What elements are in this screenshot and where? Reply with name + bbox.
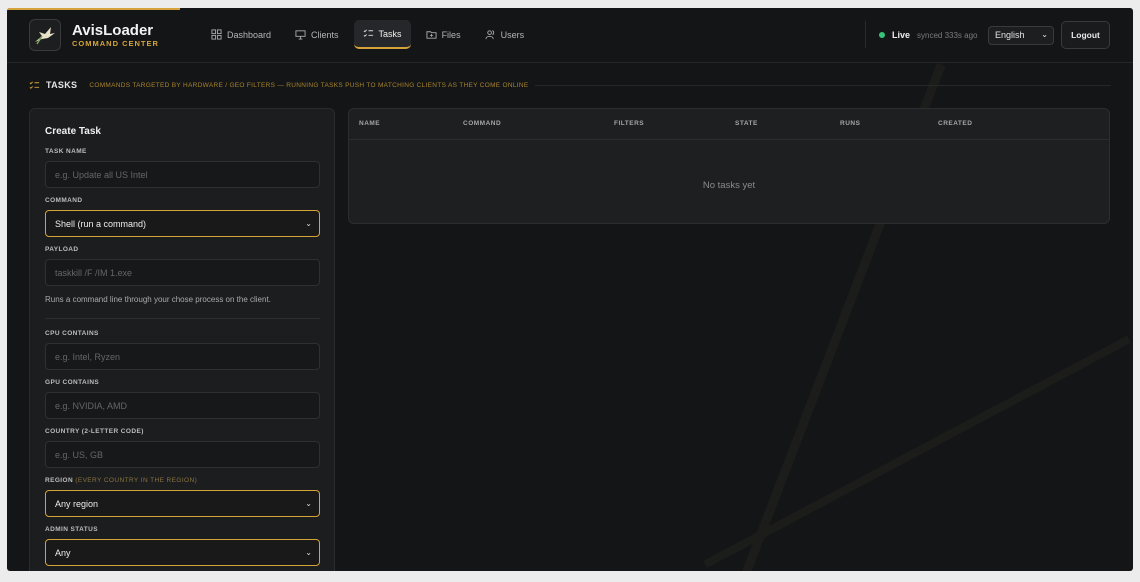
monitor-icon — [295, 30, 306, 40]
nav-label: Users — [500, 29, 525, 40]
table-header: NAME COMMAND FILTERS STATE RUNS CREATED — [349, 109, 1109, 140]
grid-icon — [211, 29, 222, 40]
command-help-text: Runs a command line through your chose p… — [45, 295, 271, 304]
sync-status: synced 333s ago — [917, 31, 978, 40]
nav-tasks[interactable]: Tasks — [353, 20, 411, 49]
region-label: REGION (EVERY COUNTRY IN THE REGION) — [45, 477, 197, 484]
task-name-label: TASK NAME — [45, 148, 87, 155]
nav-clients[interactable]: Clients — [286, 20, 348, 49]
live-status-dot — [879, 32, 885, 38]
command-value: Shell (run a command) — [55, 219, 147, 229]
nav-files[interactable]: Files — [417, 20, 470, 49]
tasks-icon — [363, 29, 373, 37]
column-header-state[interactable]: STATE — [735, 120, 758, 127]
nav-users[interactable]: Users — [476, 20, 534, 49]
cpu-input[interactable]: e.g. Intel, Ryzen — [45, 343, 320, 370]
brand-name: AvisLoader — [72, 22, 154, 39]
users-icon — [485, 30, 494, 40]
region-label-text: REGION — [45, 477, 74, 484]
tasks-table: NAME COMMAND FILTERS STATE RUNS CREATED … — [348, 108, 1110, 224]
admin-status-value: Any — [55, 548, 71, 558]
admin-status-label: ADMIN STATUS — [45, 526, 98, 533]
country-input[interactable]: e.g. US, GB — [45, 441, 320, 468]
background-streak — [703, 335, 1131, 568]
empty-state-text: No tasks yet — [702, 180, 756, 191]
admin-status-select[interactable]: Any ⌄ — [45, 539, 320, 566]
live-label: Live — [892, 30, 911, 40]
country-label: COUNTRY (2-LETTER CODE) — [45, 428, 144, 435]
command-select[interactable]: Shell (run a command) ⌄ — [45, 210, 320, 237]
header-divider — [865, 21, 866, 48]
nav-label: Tasks — [378, 28, 402, 39]
nav-label: Clients — [311, 29, 339, 40]
language-select[interactable]: English ⌄ — [988, 26, 1054, 45]
cpu-label: CPU CONTAINS — [45, 330, 99, 337]
column-header-created[interactable]: CREATED — [938, 120, 972, 127]
folder-icon — [426, 31, 437, 39]
payload-label: PAYLOAD — [45, 246, 79, 253]
app-logo[interactable] — [29, 19, 61, 51]
section-header: TASKS COMMANDS TARGETED BY HARDWARE / GE… — [29, 78, 1111, 92]
region-hint: (EVERY COUNTRY IN THE REGION) — [75, 477, 198, 484]
column-header-command[interactable]: COMMAND — [463, 120, 501, 127]
payload-input[interactable]: taskkill /F /IM 1.exe — [45, 259, 320, 286]
form-divider — [45, 318, 320, 319]
nav-label: Dashboard — [227, 29, 272, 40]
gpu-label: GPU CONTAINS — [45, 379, 100, 386]
bird-logo-icon — [35, 27, 55, 45]
nav-dashboard[interactable]: Dashboard — [202, 20, 280, 49]
section-description: COMMANDS TARGETED BY HARDWARE / GEO FILT… — [89, 81, 529, 89]
language-value: English — [995, 30, 1025, 40]
task-name-input[interactable]: e.g. Update all US Intel — [45, 161, 320, 188]
section-title: TASKS — [46, 80, 78, 90]
column-header-filters[interactable]: FILTERS — [614, 120, 644, 127]
command-label: COMMAND — [45, 197, 83, 204]
region-value: Any region — [55, 499, 99, 509]
chevron-down-icon: ⌄ — [305, 548, 312, 557]
region-select[interactable]: Any region ⌄ — [45, 490, 320, 517]
section-divider — [534, 84, 1111, 86]
column-header-name[interactable]: NAME — [359, 120, 380, 127]
chevron-down-icon: ⌄ — [305, 499, 312, 508]
chevron-down-icon: ⌄ — [305, 219, 312, 228]
column-header-runs[interactable]: RUNS — [840, 120, 860, 127]
panel-title: Create Task — [45, 126, 101, 137]
top-header: AvisLoader COMMAND CENTER Dashboard Clie… — [7, 8, 1133, 63]
logout-button[interactable]: Logout — [1061, 21, 1110, 49]
nav-label: Files — [441, 29, 461, 40]
tasks-icon — [29, 81, 40, 89]
brand-subtitle: COMMAND CENTER — [72, 39, 159, 48]
app-window: AvisLoader COMMAND CENTER Dashboard Clie… — [7, 8, 1133, 571]
chevron-down-icon: ⌄ — [1041, 30, 1048, 39]
gpu-input[interactable]: e.g. NVIDIA, AMD — [45, 392, 320, 419]
create-task-panel: Create Task TASK NAME e.g. Update all US… — [29, 108, 335, 571]
main-nav: Dashboard Clients Tasks Files Users — [202, 20, 533, 49]
